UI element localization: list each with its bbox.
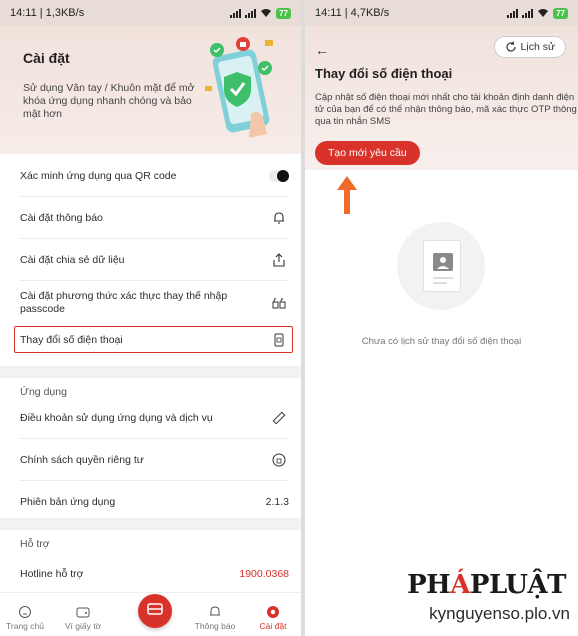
settings-item-notifications[interactable]: Cài đặt thông báo (20, 208, 289, 228)
settings-item-label: Cài đặt chia sẻ dữ liệu (20, 253, 125, 266)
change-phone-screen: 14:11 | 4,7KB/s 77 ← Lịch sử Thay đổi số… (305, 0, 578, 636)
nav-wallet[interactable]: Ví giấy tờ (58, 605, 108, 631)
watermark-site: kynguyenso.plo.vn (429, 604, 570, 623)
settings-item-alt-auth[interactable]: Cài đặt phương thức xác thực thay thế nh… (20, 288, 289, 318)
hotline-label: Hotline hỗ trợ (20, 567, 84, 580)
nav-label: Thông báo (194, 621, 236, 631)
settings-item-label: Phiên bản ứng dụng (20, 495, 116, 508)
ruler-icon (269, 408, 289, 428)
settings-item-data-sharing[interactable]: Cài đặt chia sẻ dữ liệu (20, 250, 289, 270)
settings-icon (248, 605, 298, 619)
settings-item-label: Thay đổi số điện thoại (20, 333, 123, 346)
bell-icon (190, 605, 240, 619)
section-title-app: Ứng dụng (20, 386, 67, 398)
signal-icon (522, 8, 534, 18)
wallet-icon (58, 605, 108, 619)
signal-icon (245, 8, 257, 18)
up-arrow-annotation (337, 176, 357, 214)
bell-icon (269, 208, 289, 228)
app-version-value: 2.1.3 (265, 496, 289, 508)
status-bar: 14:11 | 4,7KB/s 77 (305, 0, 578, 26)
page-description: Cập nhật số điện thoại mới nhất cho tài … (315, 92, 577, 127)
status-time: 14:11 | 1,3KB/s (10, 7, 85, 19)
empty-state-text: Chưa có lịch sử thay đổi số điện thoại (361, 336, 522, 347)
history-button[interactable]: Lịch sử (493, 36, 566, 58)
nav-label: Ví giấy tờ (64, 621, 102, 631)
history-icon (505, 41, 516, 52)
settings-item-label: Xác minh ứng dụng qua QR code (20, 169, 177, 182)
app-section: Ứng dụng Điều khoản sử dụng ứng dụng và … (0, 378, 301, 518)
watermark-logo: PHÁPLUẬT (407, 570, 566, 600)
settings-item-terms[interactable]: Điều khoản sử dụng ứng dụng và dịch vụ (20, 408, 289, 428)
phone-icon (269, 330, 289, 350)
qr-verify-toggle[interactable] (269, 166, 289, 186)
scan-icon (146, 601, 164, 622)
page-title: Thay đổi số điện thoại (315, 66, 453, 81)
back-arrow-icon[interactable]: ← (315, 42, 329, 58)
settings-item-change-phone[interactable]: Thay đổi số điện thoại (20, 330, 289, 350)
settings-item-label: Điều khoản sử dụng ứng dụng và dịch vụ (20, 411, 213, 424)
settings-item-label: Cài đặt thông báo (20, 211, 103, 224)
settings-item-label: Chính sách quyền riêng tư (20, 453, 144, 466)
settings-item-qr-verify[interactable]: Xác minh ứng dụng qua QR code (20, 166, 289, 186)
lock-swap-icon (269, 293, 289, 313)
signal-icon (230, 8, 242, 18)
page-title: Cài đặt (23, 50, 70, 66)
settings-screen: 14:11 | 1,3KB/s 77 Cài đặt Sử dụng Vân t… (0, 0, 301, 636)
settings-list: Xác minh ứng dụng qua QR code Cài đặt th… (0, 154, 301, 366)
section-title-support: Hỗ trợ (20, 538, 50, 550)
scan-button[interactable] (138, 594, 172, 628)
nav-label: Cài đặt (259, 621, 287, 631)
status-icons: 77 (507, 7, 568, 19)
nav-label: Trang chủ (6, 621, 44, 631)
privacy-icon (269, 450, 289, 470)
status-time: 14:11 | 4,7KB/s (315, 7, 390, 19)
history-label: Lịch sử (520, 41, 555, 53)
create-request-button[interactable]: Tạo mới yêu cầu (315, 141, 420, 165)
document-icon (423, 240, 461, 292)
signal-icon (507, 8, 519, 18)
status-bar: 14:11 | 1,3KB/s 77 (0, 0, 301, 26)
bottom-nav: Trang chủ Ví giấy tờ Thông báo Cài đặt (0, 592, 301, 636)
support-section: Hỗ trợ Hotline hỗ trợ 1900.0368 (0, 530, 301, 592)
wifi-icon (261, 9, 272, 17)
battery-badge: 77 (553, 7, 568, 19)
settings-item-label: Cài đặt phương thức xác thực thay thế nh… (20, 290, 228, 315)
settings-item-hotline[interactable]: Hotline hỗ trợ 1900.0368 (20, 564, 289, 584)
header-description: Sử dụng Vân tay / Khuôn mặt để mở khóa ứ… (23, 82, 195, 120)
nav-settings[interactable]: Cài đặt (248, 605, 298, 631)
nav-home[interactable]: Trang chủ (0, 605, 50, 631)
hotline-number[interactable]: 1900.0368 (239, 568, 289, 580)
status-icons: 77 (230, 7, 291, 19)
settings-item-app-version: Phiên bản ứng dụng 2.1.3 (20, 492, 289, 512)
nav-notifications[interactable]: Thông báo (190, 605, 240, 631)
home-icon (0, 605, 50, 619)
share-icon (269, 250, 289, 270)
security-phone-illustration (205, 37, 273, 138)
battery-badge: 77 (276, 7, 291, 19)
settings-header: Cài đặt Sử dụng Vân tay / Khuôn mặt để m… (0, 26, 301, 154)
wifi-icon (538, 9, 549, 17)
settings-item-privacy[interactable]: Chính sách quyền riêng tư (20, 450, 289, 470)
